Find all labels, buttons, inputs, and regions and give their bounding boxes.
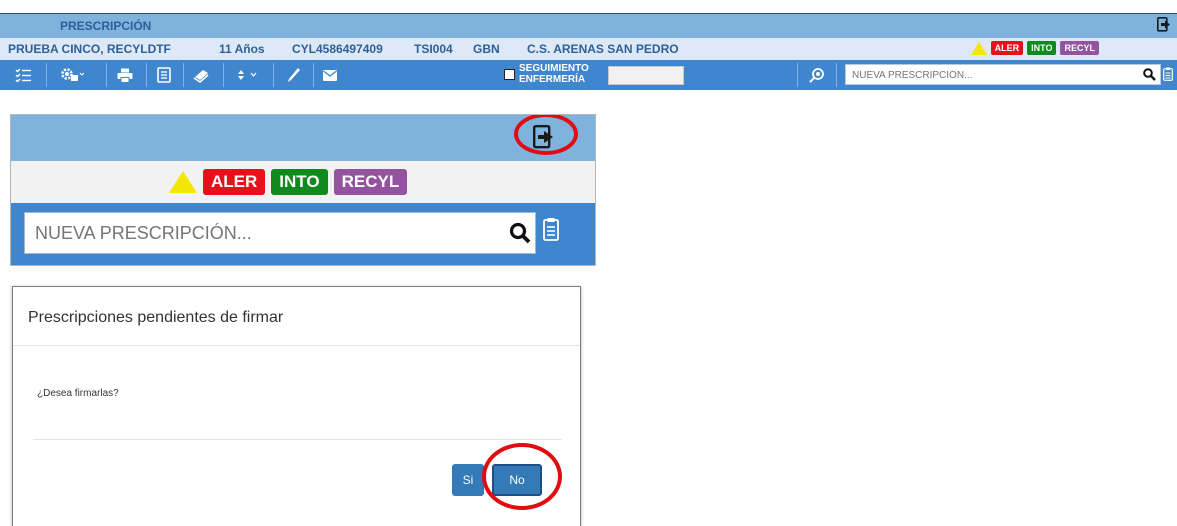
clipboard-icon[interactable] [543,217,559,241]
toolbar-divider [106,63,107,87]
confirm-sign-modal: Prescripciones pendientes de firmar ¿Des… [12,286,581,526]
toolbar-divider [223,63,224,87]
toolbar-divider [836,63,837,87]
zoomed-header-panel: ALER INTO RECYL [10,114,596,266]
no-button[interactable]: No [492,464,542,496]
alert-badges: ALER INTO RECYL [970,41,1099,55]
patient-tsi: TSI004 [414,42,453,56]
toolbar-divider [146,63,147,87]
checkbox-box[interactable] [504,68,515,80]
settings-icon[interactable] [56,64,88,86]
modal-title: Prescripciones pendientes de firmar [28,309,284,326]
toolbar-divider [313,63,314,87]
exit-icon[interactable] [1157,17,1171,32]
toolbar: SEGUIMIENTO ENFERMERÍA [0,60,1177,90]
patient-center: C.S. ARENAS SAN PEDRO [527,42,679,56]
badge-recyl[interactable]: RECYL [333,169,408,195]
search-icon[interactable] [1143,68,1156,81]
seguimiento-enfermeria-checkbox[interactable]: SEGUIMIENTO ENFERMERÍA [504,63,589,85]
page-title: PRESCRIPCIÓN [60,19,152,33]
mail-icon[interactable] [319,64,341,86]
search-icon[interactable] [509,222,531,244]
modal-divider [33,439,562,440]
notes-icon[interactable] [153,64,175,86]
patient-gbn: GBN [473,42,500,56]
badge-into[interactable]: INTO [1027,41,1057,55]
patient-name: PRUEBA CINCO, RECYLDTF [8,42,171,56]
clipboard-icon[interactable] [1163,67,1173,81]
alert-badges: ALER INTO RECYL [169,169,408,195]
patient-id: CYL4586497409 [292,42,383,56]
zoomed-badges-bar: ALER INTO RECYL [11,161,595,203]
zoomed-search-bar [11,203,595,265]
prescription-header: PRESCRIPCIÓN PRUEBA CINCO, RECYLDTF 11 A… [0,13,1177,100]
search-input[interactable] [846,66,1122,85]
new-prescription-search[interactable] [845,64,1161,85]
modal-divider [13,345,580,346]
yes-button[interactable]: Si [452,464,484,496]
seguimiento-field[interactable] [608,66,684,85]
badge-into[interactable]: INTO [271,169,328,195]
toolbar-divider [183,63,184,87]
zoom-search-icon[interactable] [805,64,829,86]
patient-age: 11 Años [219,42,265,56]
toolbar-divider [46,63,47,87]
badge-aler[interactable]: ALER [990,41,1024,55]
badge-recyl[interactable]: RECYL [1060,41,1099,55]
seguimiento-label: SEGUIMIENTO ENFERMERÍA [519,63,589,85]
book-icon[interactable] [189,64,213,86]
new-prescription-search[interactable] [24,212,536,254]
zoomed-title-bar [11,115,595,161]
checklist-icon[interactable] [12,64,34,86]
print-icon[interactable] [114,64,136,86]
alert-triangle-icon [169,171,197,193]
sort-icon[interactable] [231,64,267,86]
badge-aler[interactable]: ALER [203,169,266,195]
toolbar-divider [273,63,274,87]
highlight-circle [514,115,578,155]
alert-triangle-icon [970,41,987,55]
toolbar-divider [797,63,798,87]
header-title-bar: PRESCRIPCIÓN [0,14,1177,38]
search-input[interactable] [25,213,495,253]
pen-icon[interactable] [283,64,305,86]
patient-info-bar: PRUEBA CINCO, RECYLDTF 11 Años CYL458649… [0,38,1177,60]
modal-question: ¿Desea firmarlas? [37,388,119,399]
